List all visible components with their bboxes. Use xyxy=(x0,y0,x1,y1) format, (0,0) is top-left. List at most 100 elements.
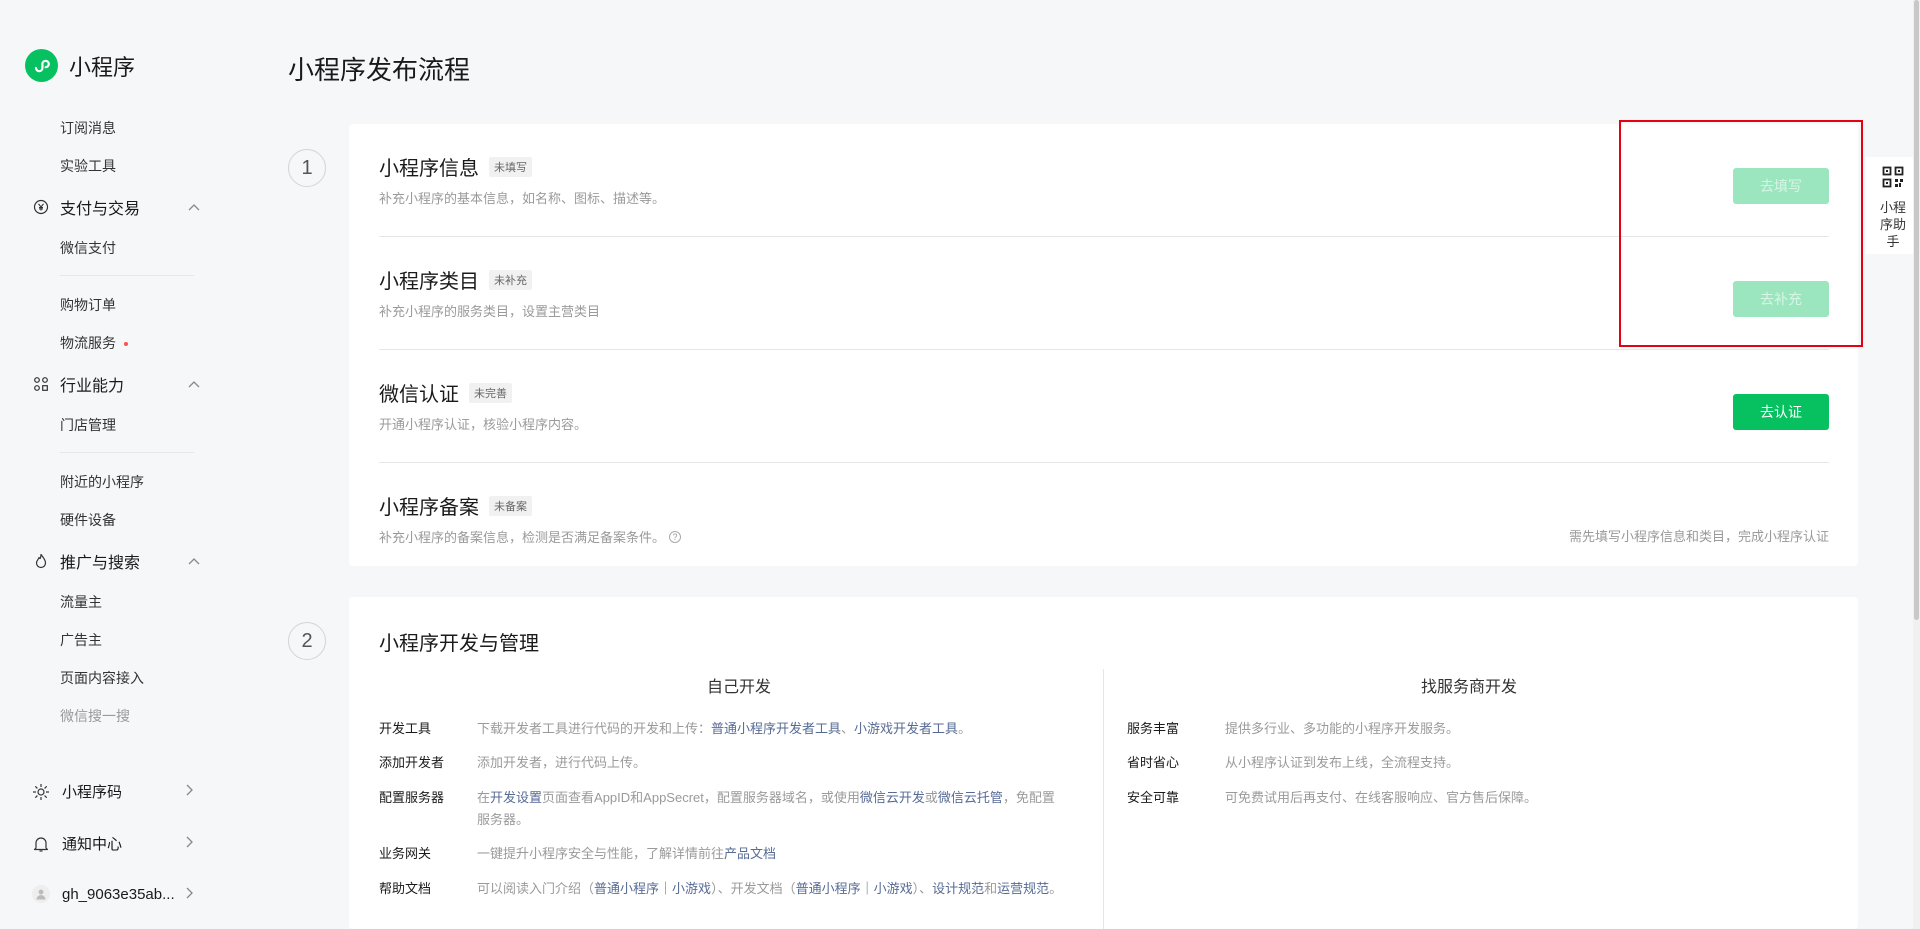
text: 或 xyxy=(924,790,938,805)
item-key: 省时省心 xyxy=(1127,755,1180,770)
app-name: 小程序 xyxy=(69,54,136,80)
sidebar-item-store[interactable]: 门店管理 xyxy=(60,415,116,435)
sidebar-item-nearby[interactable]: 附近的小程序 xyxy=(60,472,144,492)
link-cloud-dev[interactable]: 微信云开发 xyxy=(860,790,925,805)
sidebar-item-label: 物流服务 xyxy=(60,335,116,351)
chevron-right-icon xyxy=(186,886,194,903)
link-docs-game[interactable]: 小游戏 xyxy=(874,881,913,896)
sidebar-group-pay[interactable]: 支付与交易 xyxy=(32,195,200,219)
link-product-docs[interactable]: 产品文档 xyxy=(724,846,776,861)
yuan-circle-icon xyxy=(32,198,50,216)
self-dev-title: 自己开发 xyxy=(706,679,771,696)
item-key: 配置服务器 xyxy=(379,790,445,805)
sidebar-item-subscribe-msg[interactable]: 订阅消息 xyxy=(60,118,116,138)
qr-code-icon xyxy=(1882,166,1904,193)
account-name: gh_9063e35ab... xyxy=(62,885,175,903)
status-badge: 未备案 xyxy=(489,495,532,516)
item-value: 一键提升小程序安全与性能，了解详情前往产品文档 xyxy=(477,843,1077,865)
row-title-text: 小程序备案 xyxy=(379,497,479,519)
sidebar-account[interactable]: gh_9063e35ab... xyxy=(32,885,194,903)
text: ）、开发文档（ xyxy=(711,881,796,896)
highlight-box xyxy=(1619,120,1863,347)
link-ops-spec[interactable]: 运营规范 xyxy=(997,881,1049,896)
column-divider xyxy=(1103,669,1104,929)
row-title-text: 小程序信息 xyxy=(379,158,479,180)
status-badge: 未补充 xyxy=(489,269,532,290)
item-key: 安全可靠 xyxy=(1127,790,1180,805)
item-value: 添加开发者，进行代码上传。 xyxy=(477,755,647,770)
flame-icon xyxy=(32,552,50,570)
step-row-filing: 小程序备案 未备案 补充小程序的备案信息，检测是否满足备案条件。? 需先填写小程序… xyxy=(379,463,1829,576)
chevron-right-icon xyxy=(186,783,194,800)
step-row-info: 小程序信息 未填写 补充小程序的基本信息，如名称、图标、描述等。 去填写 xyxy=(379,124,1829,237)
sidebar-bottom-label: 通知中心 xyxy=(62,836,123,853)
item-value: 可以阅读入门介绍（普通小程序｜小游戏）、开发文档（普通小程序｜小游戏）、设计规范… xyxy=(477,878,1077,900)
item-key: 开发工具 xyxy=(379,721,432,736)
link-dev-settings[interactable]: 开发设置 xyxy=(490,790,542,805)
industry-nodes-icon xyxy=(32,375,50,393)
item-value: 可免费试用后再支付、在线客服响应、官方售后保障。 xyxy=(1225,790,1538,805)
sidebar-qrcode[interactable]: 小程序码 xyxy=(32,781,194,802)
sidebar-item-hardware[interactable]: 硬件设备 xyxy=(60,510,116,530)
chevron-right-icon xyxy=(186,835,194,852)
page-title: 小程序发布流程 xyxy=(288,55,471,85)
row-title-text: 小程序类目 xyxy=(379,271,479,293)
new-dot-badge xyxy=(124,342,128,347)
sidebar-group-label: 支付与交易 xyxy=(60,201,141,218)
row-desc: 补充小程序的服务类目，设置主营类目 xyxy=(379,304,601,319)
sidebar-item-page-content[interactable]: 页面内容接入 xyxy=(60,668,144,688)
sidebar-divider xyxy=(60,275,194,276)
link-game-devtools[interactable]: 小游戏开发者工具 xyxy=(854,721,958,736)
sidebar-item-traffic-owner[interactable]: 流量主 xyxy=(60,592,102,612)
text: 。 xyxy=(958,721,972,736)
item-key: 服务丰富 xyxy=(1127,721,1180,736)
link-docs-mp[interactable]: 普通小程序 xyxy=(796,881,861,896)
item-key: 帮助文档 xyxy=(379,881,432,896)
item-key: 业务网关 xyxy=(379,846,432,861)
row-title: 小程序类目 未补充 xyxy=(379,265,532,294)
mini-program-logo-icon xyxy=(25,49,58,82)
sidebar-item-orders[interactable]: 购物订单 xyxy=(60,295,116,315)
link-design-spec[interactable]: 设计规范 xyxy=(932,881,984,896)
link-intro-game[interactable]: 小游戏 xyxy=(672,881,711,896)
app-logo[interactable]: 小程序 xyxy=(25,49,135,82)
sidebar-item-wechat-pay[interactable]: 微信支付 xyxy=(60,238,116,258)
helper-label: 小程序助手 xyxy=(1879,200,1906,249)
row-desc-text: 补充小程序的备案信息，检测是否满足备案条件。 xyxy=(379,530,666,545)
sidebar-group-label: 推广与搜索 xyxy=(60,555,141,572)
sidebar-group-promo[interactable]: 推广与搜索 xyxy=(32,549,200,573)
text: 在 xyxy=(477,790,491,805)
sidebar-item-lab-tools[interactable]: 实验工具 xyxy=(60,156,116,176)
row-title: 小程序信息 未填写 xyxy=(379,152,532,181)
sidebar-notify[interactable]: 通知中心 xyxy=(32,833,194,854)
link-intro-mp[interactable]: 普通小程序 xyxy=(594,881,659,896)
sidebar-divider xyxy=(60,452,194,453)
sidebar-item-wechat-search[interactable]: 微信搜一搜 xyxy=(60,706,130,726)
step-number: 1 xyxy=(288,149,326,187)
chevron-up-icon xyxy=(188,552,200,570)
item-value: 提供多行业、多功能的小程序开发服务。 xyxy=(1225,721,1460,736)
mini-program-helper[interactable]: 小程序助手 xyxy=(1866,157,1920,254)
step-row-category: 小程序类目 未补充 补充小程序的服务类目，设置主营类目 去补充 xyxy=(379,237,1829,350)
text: 、 xyxy=(841,721,855,736)
scrollbar-thumb[interactable] xyxy=(1914,0,1919,620)
sidebar-item-advertiser[interactable]: 广告主 xyxy=(60,630,102,650)
link-mp-devtools[interactable]: 普通小程序开发者工具 xyxy=(711,721,841,736)
sidebar-item-logistics[interactable]: 物流服务 xyxy=(60,333,128,353)
text: ｜ xyxy=(860,881,874,896)
question-icon[interactable]: ? xyxy=(669,530,682,543)
text: 页面查看AppID和AppSecret，配置服务器域名，或使用 xyxy=(542,790,860,805)
text: 。 xyxy=(1049,881,1063,896)
step-number: 2 xyxy=(288,622,326,660)
verify-button[interactable]: 去认证 xyxy=(1733,394,1829,430)
sidebar-group-industry[interactable]: 行业能力 xyxy=(32,372,200,396)
sidebar-group-label: 行业能力 xyxy=(60,378,125,395)
sidebar: 小程序 订阅消息 实验工具 支付与交易 微信支付 购物订单 物流服务 行业能力 … xyxy=(0,0,220,929)
status-badge: 未完善 xyxy=(469,382,512,403)
row-desc: 补充小程序的备案信息，检测是否满足备案条件。? xyxy=(379,527,682,546)
link-cloud-hosting[interactable]: 微信云托管 xyxy=(938,790,1003,805)
text: 一键提升小程序安全与性能，了解详情前往 xyxy=(477,846,725,861)
row-note: 需先填写小程序信息和类目，完成小程序认证 xyxy=(1568,529,1829,544)
row-title: 小程序备案 未备案 xyxy=(379,491,532,520)
text: 可以阅读入门介绍（ xyxy=(477,881,595,896)
